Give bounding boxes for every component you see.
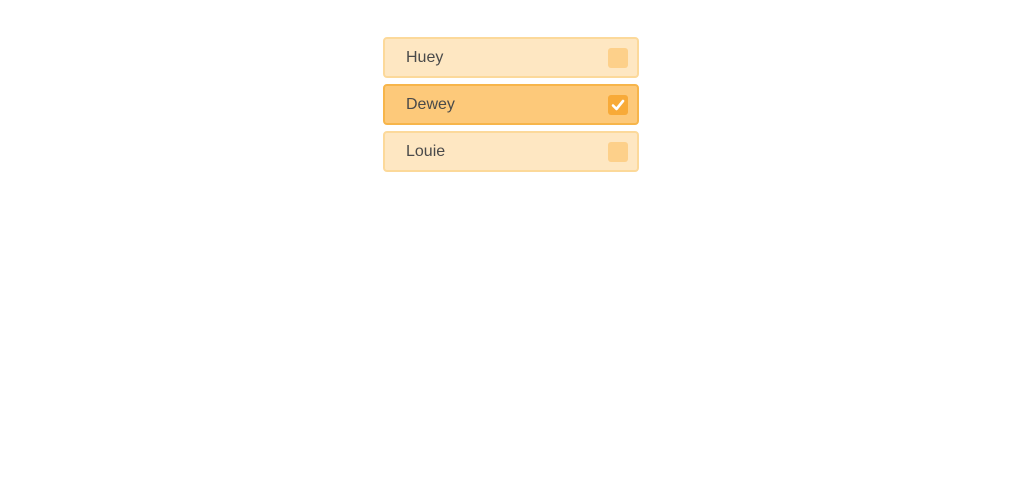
- option-louie[interactable]: Louie: [383, 131, 639, 172]
- option-label: Huey: [406, 49, 444, 66]
- option-dewey[interactable]: Dewey: [383, 84, 639, 125]
- checkbox[interactable]: [608, 95, 628, 115]
- checkmark-icon: [611, 99, 625, 111]
- checkbox[interactable]: [608, 142, 628, 162]
- option-label: Dewey: [406, 96, 455, 113]
- checkbox[interactable]: [608, 48, 628, 68]
- option-huey[interactable]: Huey: [383, 37, 639, 78]
- option-label: Louie: [406, 143, 446, 160]
- checkbox-list: Huey Dewey Louie: [383, 37, 639, 178]
